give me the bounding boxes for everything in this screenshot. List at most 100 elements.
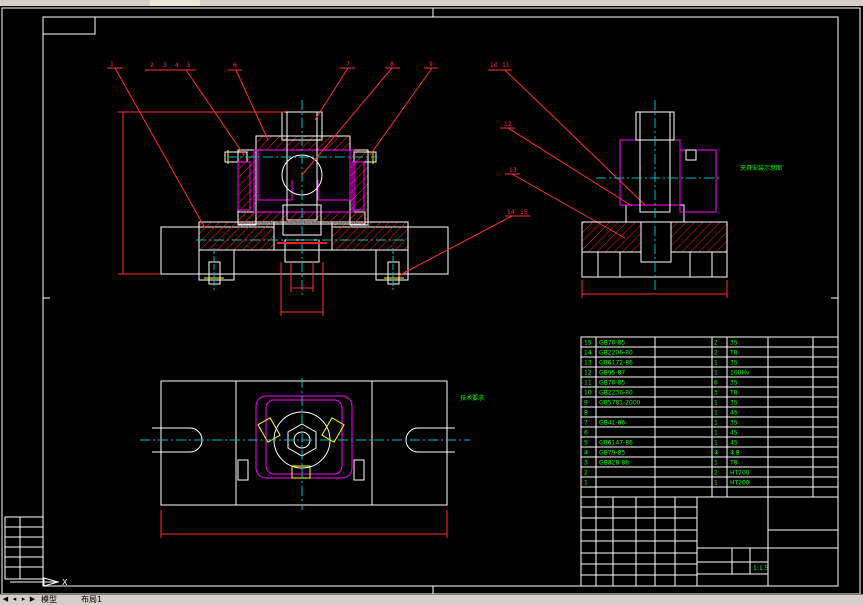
workpiece-outline xyxy=(253,149,355,213)
parts-list-cell: 35 xyxy=(730,340,738,347)
parts-list-cell: 1 xyxy=(714,360,718,367)
parts-list-cell: GB6147-86 xyxy=(599,440,633,447)
parts-list-cell: 2 xyxy=(584,470,588,477)
parts-list-rows: 15 GB70-85 2 3514 GB2206-80 2 T813 GB6172-86 1 35… xyxy=(581,340,838,488)
drawing-number-box xyxy=(42,16,96,35)
assembly-drawing: 1 2 3 4 5 6 7 8 9 10 11 12 13 14 15 夹具安装… xyxy=(1,7,861,595)
parts-list-cell: 2 xyxy=(714,340,718,347)
parts-list-cell: 100Hv xyxy=(730,370,750,377)
parts-list-cell: 45 xyxy=(730,410,738,417)
side-foot-left xyxy=(597,251,621,278)
parts-list-cell: 1 xyxy=(714,480,718,487)
parts-list-cell: 6 xyxy=(714,380,718,387)
pin-right xyxy=(353,459,365,481)
top-view: 技术要求 xyxy=(140,378,484,538)
balloon-3: 3 xyxy=(163,62,167,69)
parts-list-cell: 1 xyxy=(714,420,718,427)
parts-list-cell: 9 xyxy=(584,400,588,407)
balloon-14: 14 xyxy=(507,209,515,216)
balloon-15: 15 xyxy=(520,209,528,216)
parts-list-cell: 1 xyxy=(714,400,718,407)
parts-list-cell: GB70-85 xyxy=(599,380,625,387)
housing-top xyxy=(255,135,351,151)
technical-notes: 技术要求 xyxy=(460,394,484,402)
parts-list-cell: 8 xyxy=(584,410,588,417)
parts-list-cell: 1 xyxy=(714,460,718,467)
parts-list-cell: 14 xyxy=(584,350,592,357)
base-lug-right xyxy=(375,249,409,281)
parts-list-cell: GB6172-86 xyxy=(599,360,633,367)
parts-list-cell: T8 xyxy=(729,460,738,467)
balloon-8: 8 xyxy=(390,61,394,68)
scale-value: 1:1.5 xyxy=(753,565,769,572)
parts-list-cell: GB5781-2000 xyxy=(599,400,641,407)
side-foot-right xyxy=(689,251,713,278)
tab-nav-first-icon[interactable]: ◀ xyxy=(2,596,9,603)
balloon-12: 12 xyxy=(504,121,512,128)
drawing-canvas[interactable]: 1 2 3 4 5 6 7 8 9 10 11 12 13 14 15 夹具安装… xyxy=(0,6,863,595)
parts-list-cell: 45 xyxy=(730,440,738,447)
jaw-pad xyxy=(321,417,345,443)
parts-list-cell: GB41-86 xyxy=(599,420,625,427)
parts-list-cell: GB95-87 xyxy=(599,370,625,377)
pin-left xyxy=(237,459,249,481)
parts-list-cell: 11 xyxy=(584,380,592,387)
parts-list-cell: 35 xyxy=(730,420,738,427)
balloon-13: 13 xyxy=(509,167,517,174)
tab-nav-next-icon[interactable]: ▸ xyxy=(20,596,27,603)
front-view xyxy=(118,100,449,316)
parts-list-cell: 35 xyxy=(730,360,738,367)
parts-list-cell: 2 xyxy=(714,350,718,357)
parts-list-cell: 7 xyxy=(584,420,588,427)
title-block: 1:1.5 xyxy=(580,496,839,587)
tab-nav-prev-icon[interactable]: ◂ xyxy=(11,596,18,603)
side-workpiece-boss xyxy=(679,149,717,213)
side-bore xyxy=(640,221,672,263)
parts-list-cell: 1 xyxy=(714,430,718,437)
tab-nav-last-icon[interactable]: ▶ xyxy=(29,596,36,603)
parts-list-cell: 4 xyxy=(714,450,718,457)
balloon-2: 2 xyxy=(150,62,154,69)
balloon-1: 1 xyxy=(110,61,114,68)
parts-list-cell: HT200 xyxy=(730,480,750,487)
parts-list-cell: 2 xyxy=(714,470,718,477)
parts-list-cell: 13 xyxy=(584,360,592,367)
base-right-foot xyxy=(407,226,449,275)
housing-right-wall xyxy=(349,149,369,226)
jaw-pad xyxy=(257,417,281,443)
side-screw xyxy=(685,149,697,161)
parts-list-cell: 1 xyxy=(714,370,718,377)
parts-list-cell: T8 xyxy=(729,390,738,397)
parts-list-cell: 1 xyxy=(584,480,588,487)
parts-list-cell: 12 xyxy=(584,370,592,377)
ucs-x-label: X xyxy=(62,578,68,587)
balloon-10: 10 xyxy=(490,62,498,69)
parts-list-cell: 10 xyxy=(584,390,592,397)
balloon-11: 11 xyxy=(502,62,510,69)
parts-list-cell: 35 xyxy=(730,400,738,407)
parts-list-cell: GB79-85 xyxy=(599,450,625,457)
side-note: 夹具安装示意图 xyxy=(740,164,782,172)
parts-list-cell: 5 xyxy=(584,440,588,447)
layout-tabs-bar: ◀ ◂ ▸ ▶ 模型 布局1 xyxy=(0,594,863,605)
base-lug-left xyxy=(198,249,235,281)
balloon-4: 4 xyxy=(175,62,179,69)
revision-block xyxy=(4,516,44,580)
sheet-inner-border xyxy=(42,16,839,587)
parts-list-cell: GB2236-80 xyxy=(599,390,633,397)
parts-list-cell: 4.8 xyxy=(730,450,740,457)
parts-list-cell: GB70-85 xyxy=(599,340,625,347)
parts-list-cell: GB2206-80 xyxy=(599,350,633,357)
parts-list-cell: 3 xyxy=(584,460,588,467)
balloon-7: 7 xyxy=(346,61,350,68)
parts-list-cell: 1 xyxy=(714,410,718,417)
balloon-5: 5 xyxy=(187,62,191,69)
parts-list-cell: 3 xyxy=(714,390,718,397)
parts-list-cell: 45 xyxy=(730,430,738,437)
parts-list-cell: T8 xyxy=(729,350,738,357)
base-left-foot xyxy=(160,226,200,275)
side-view: 夹具安装示意图 xyxy=(581,100,782,298)
balloon-9: 9 xyxy=(429,61,433,68)
parts-list-cell: 15 xyxy=(584,340,592,347)
parts-list-cell: 35 xyxy=(730,380,738,387)
